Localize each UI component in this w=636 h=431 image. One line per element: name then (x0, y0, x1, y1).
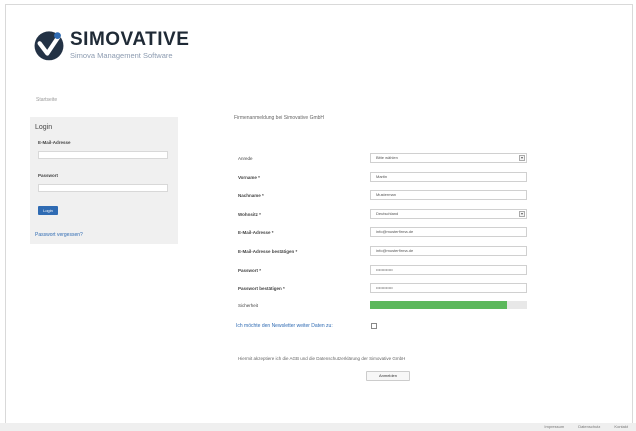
form-input[interactable]: •••••••••••• (370, 265, 527, 275)
newsletter-checkbox[interactable] (371, 323, 377, 329)
form-input[interactable]: Martin (370, 172, 527, 182)
login-title: Login (35, 124, 53, 131)
login-button[interactable]: Login (38, 206, 58, 215)
form-label: Passwort * (238, 268, 262, 273)
login-panel: Login E-Mail-Adresse Passwort Login Pass… (30, 117, 178, 244)
form-select[interactable]: Deutschland ▾ (370, 209, 527, 219)
form-input[interactable]: •••••••••••• (370, 283, 527, 293)
brand-name: SIMOVATIVE (70, 29, 190, 50)
form-input-value: Martin (376, 174, 388, 179)
form-input-value: Deutschland (376, 211, 399, 216)
form-input-value: info@musterfirma.de (376, 248, 414, 253)
form-label: Passwort bestätigen * (238, 286, 285, 291)
dropdown-arrow-icon[interactable]: ▾ (519, 211, 525, 217)
simovative-logo-icon (34, 31, 64, 61)
login-password-input[interactable] (38, 184, 168, 192)
brand-subtitle: Simova Management Software (70, 51, 173, 60)
footer-link-kontakt[interactable]: Kontakt (614, 424, 628, 429)
login-password-label: Passwort (38, 173, 59, 178)
form-label: Nachname * (238, 193, 264, 198)
form-label: Wohnsitz * (238, 212, 261, 217)
form-select[interactable]: Bitte wählen ▾ (370, 153, 527, 163)
form-input[interactable]: info@musterfirma.de (370, 246, 527, 256)
registration-title: Firmenanmeldung bei Simovative GmbH (234, 115, 325, 121)
form-input-value: •••••••••••• (376, 267, 393, 272)
register-submit-button[interactable]: Anmelden (366, 371, 410, 381)
form-label: Anrede (238, 156, 253, 161)
password-strength-fill (370, 301, 507, 309)
dropdown-arrow-icon[interactable]: ▾ (519, 155, 525, 161)
footer-link-impressum[interactable]: Impressum (544, 424, 564, 429)
form-label: E-Mail-Adresse bestätigen * (238, 249, 298, 254)
form-input-value: Musterman (376, 192, 397, 197)
agb-text: Hiermit akzeptiere ich die AGB und die D… (238, 356, 406, 361)
password-strength-bar (370, 301, 527, 309)
forgot-password-link[interactable]: Passwort vergessen? (35, 232, 83, 238)
form-input-value: •••••••••••• (376, 285, 393, 290)
footer-link-datenschutz[interactable]: Datenschutz (578, 424, 600, 429)
form-input-value: info@musterfirma.de (376, 229, 414, 234)
brand-logo[interactable]: SIMOVATIVE Simova Management Software (32, 28, 189, 62)
newsletter-label[interactable]: Ich möchte den Newsletter weiter Daten z… (236, 323, 333, 329)
footer-links: Impressum Datenschutz Kontakt (544, 424, 628, 429)
password-strength-label: Sicherheit (238, 303, 259, 308)
form-input-value: Bitte wählen (376, 155, 398, 160)
breadcrumb[interactable]: Startseite (36, 97, 57, 103)
form-label: E-Mail-Adresse * (238, 230, 274, 235)
login-email-label: E-Mail-Adresse (38, 140, 71, 145)
form-input[interactable]: info@musterfirma.de (370, 227, 527, 237)
login-email-input[interactable] (38, 151, 168, 159)
form-label: Vorname * (238, 175, 260, 180)
form-input[interactable]: Musterman (370, 190, 527, 200)
footer-bar (0, 423, 636, 431)
